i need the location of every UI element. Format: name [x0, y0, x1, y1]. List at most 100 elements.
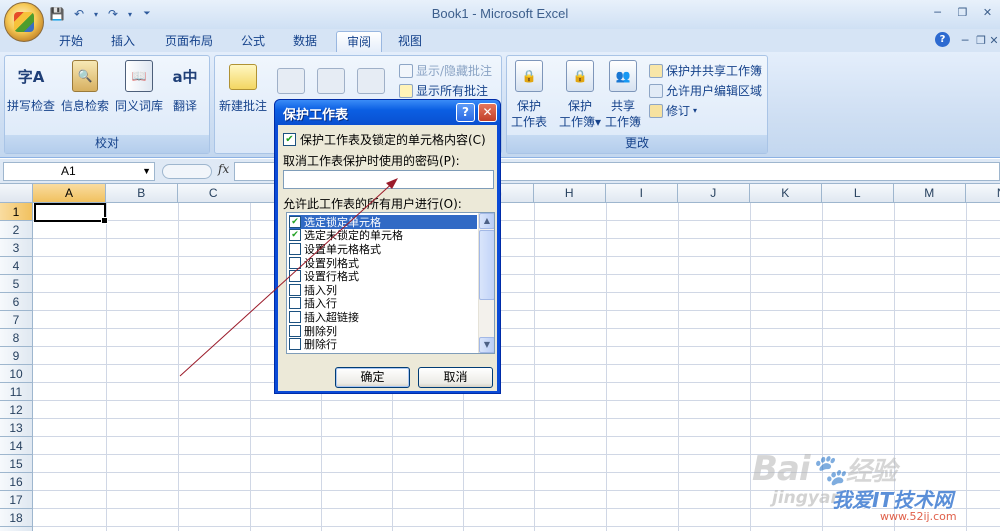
thesaurus-icon: 📖	[125, 60, 153, 92]
spelling-button[interactable]: 字A 拼写检查	[7, 58, 55, 114]
tab-data[interactable]: 数据	[284, 31, 326, 52]
close-icon[interactable]: ✕	[975, 0, 1000, 24]
track-changes-button[interactable]: 修订 ▾	[649, 102, 697, 119]
row-header-4[interactable]: 4	[0, 257, 33, 275]
password-input[interactable]	[283, 170, 494, 189]
row-header-17[interactable]: 17	[0, 491, 33, 509]
gridline	[106, 203, 107, 531]
scroll-up-icon[interactable]: ▲	[479, 213, 494, 229]
checkbox-icon[interactable]: ✔	[289, 215, 301, 228]
permissions-list[interactable]: ▲ ▼ ✔ 选定锁定单元格 ✔ 选定未锁定的单元格 设置单元格格式 设置列格式 设置行格式插…	[286, 212, 495, 354]
tab-review[interactable]: 审阅	[336, 31, 382, 52]
gridline	[33, 292, 1000, 293]
office-button[interactable]	[4, 2, 44, 42]
gridline	[177, 203, 179, 531]
site-url-watermark: www.52ij.com	[880, 510, 957, 523]
permissions-scrollbar[interactable]: ▲ ▼	[478, 213, 494, 353]
tab-page-layout[interactable]: 页面布局	[154, 31, 224, 52]
row-header-1[interactable]: 1	[0, 203, 33, 221]
row-header-15[interactable]: 15	[0, 455, 33, 473]
column-header-a[interactable]: A	[33, 184, 106, 203]
column-header-c[interactable]: C	[178, 184, 250, 203]
ok-button[interactable]: 确定	[335, 367, 410, 388]
scroll-down-icon[interactable]: ▼	[479, 337, 494, 353]
gridline	[33, 418, 1000, 419]
gridline	[33, 400, 1000, 401]
row-header-5[interactable]: 5	[0, 275, 33, 293]
row-header-6[interactable]: 6	[0, 293, 33, 311]
name-box-dropdown-icon[interactable]: ▼	[142, 163, 151, 180]
checkbox-icon[interactable]	[289, 256, 301, 269]
cancel-button[interactable]: 取消	[418, 367, 493, 388]
research-icon: 🔍	[72, 60, 98, 92]
allow-edit-ranges-button[interactable]: 允许用户编辑区域	[649, 82, 762, 99]
restore-icon[interactable]: ❐	[950, 0, 975, 24]
checkbox-icon[interactable]	[289, 242, 301, 255]
workbook-close-icon[interactable]: ✕	[985, 32, 1000, 48]
column-header-n[interactable]: N	[966, 184, 1000, 203]
column-header-l[interactable]: L	[822, 184, 894, 203]
name-box[interactable]: A1 ▼	[3, 162, 155, 181]
row-header-13[interactable]: 13	[0, 419, 33, 437]
row-header-2[interactable]: 2	[0, 221, 33, 239]
row-header-16[interactable]: 16	[0, 473, 33, 491]
row-header-14[interactable]: 14	[0, 437, 33, 455]
row-header-8[interactable]: 8	[0, 329, 33, 347]
active-cell[interactable]	[34, 203, 108, 224]
checkbox-icon[interactable]	[289, 324, 301, 337]
help-icon[interactable]: ?	[935, 32, 950, 47]
column-header-i[interactable]: I	[606, 184, 678, 203]
allow-edit-ranges-icon	[649, 83, 663, 98]
checkbox-icon[interactable]	[289, 338, 301, 351]
new-comment-button[interactable]: 新建批注	[219, 58, 267, 114]
dialog-title-bar[interactable]: 保护工作表 ? ✕	[275, 100, 500, 125]
tab-home[interactable]: 开始	[50, 31, 92, 52]
tab-insert[interactable]: 插入	[102, 31, 144, 52]
protect-workbook-button[interactable]: 🔒 保护 工作簿▾	[559, 58, 601, 130]
gridline	[677, 203, 679, 531]
column-header-k[interactable]: K	[750, 184, 822, 203]
show-all-comments-button[interactable]: 显示所有批注	[399, 82, 488, 99]
row-header-18[interactable]: 18	[0, 509, 33, 527]
gridline	[749, 203, 751, 531]
column-header-m[interactable]: M	[894, 184, 966, 203]
checkbox-icon[interactable]	[289, 310, 301, 323]
tab-view[interactable]: 视图	[389, 31, 431, 52]
column-header-j[interactable]: J	[678, 184, 750, 203]
research-button[interactable]: 🔍 信息检索	[61, 58, 109, 114]
row-header-10[interactable]: 10	[0, 365, 33, 383]
select-all-corner[interactable]	[0, 184, 33, 203]
checkbox-icon[interactable]	[289, 297, 301, 310]
formula-bar-handle[interactable]	[162, 164, 212, 179]
translate-button[interactable]: a中 翻译	[169, 58, 201, 114]
protect-share-workbook-button[interactable]: 保护并共享工作簿	[649, 62, 762, 79]
changes-group-label: 更改	[507, 135, 767, 153]
permission-item[interactable]: 删除行	[289, 337, 477, 351]
dialog-title: 保护工作表	[283, 108, 349, 123]
dialog-help-icon[interactable]: ?	[456, 103, 475, 122]
checkbox-icon[interactable]: ✔	[289, 229, 301, 242]
column-header-b[interactable]: B	[106, 184, 178, 203]
track-changes-dropdown-icon: ▾	[693, 106, 698, 115]
insert-function-icon[interactable]: fx	[218, 162, 229, 176]
column-header-h[interactable]: H	[534, 184, 606, 203]
minimize-icon[interactable]: ─	[925, 0, 950, 24]
thesaurus-button[interactable]: 📖 同义词库	[115, 58, 163, 114]
row-header-19[interactable]: 19	[0, 527, 33, 531]
checkbox-icon[interactable]	[289, 283, 301, 296]
protect-contents-checkbox[interactable]: ✔ 保护工作表及锁定的单元格内容(C)	[283, 131, 486, 148]
row-header-3[interactable]: 3	[0, 239, 33, 257]
share-workbook-button[interactable]: 👥 共享 工作簿	[605, 58, 641, 130]
gridline	[965, 203, 967, 531]
dialog-close-icon[interactable]: ✕	[478, 103, 497, 122]
checkbox-icon[interactable]	[289, 270, 301, 283]
delete-comment-icon	[277, 68, 305, 94]
row-header-9[interactable]: 9	[0, 347, 33, 365]
row-header-12[interactable]: 12	[0, 401, 33, 419]
row-header-7[interactable]: 7	[0, 311, 33, 329]
row-header-11[interactable]: 11	[0, 383, 33, 401]
show-hide-comment-button[interactable]: 显示/隐藏批注	[399, 62, 492, 79]
scroll-thumb[interactable]	[479, 230, 494, 300]
protect-sheet-button[interactable]: 🔒 保护 工作表	[511, 58, 547, 130]
tab-formulas[interactable]: 公式	[232, 31, 274, 52]
